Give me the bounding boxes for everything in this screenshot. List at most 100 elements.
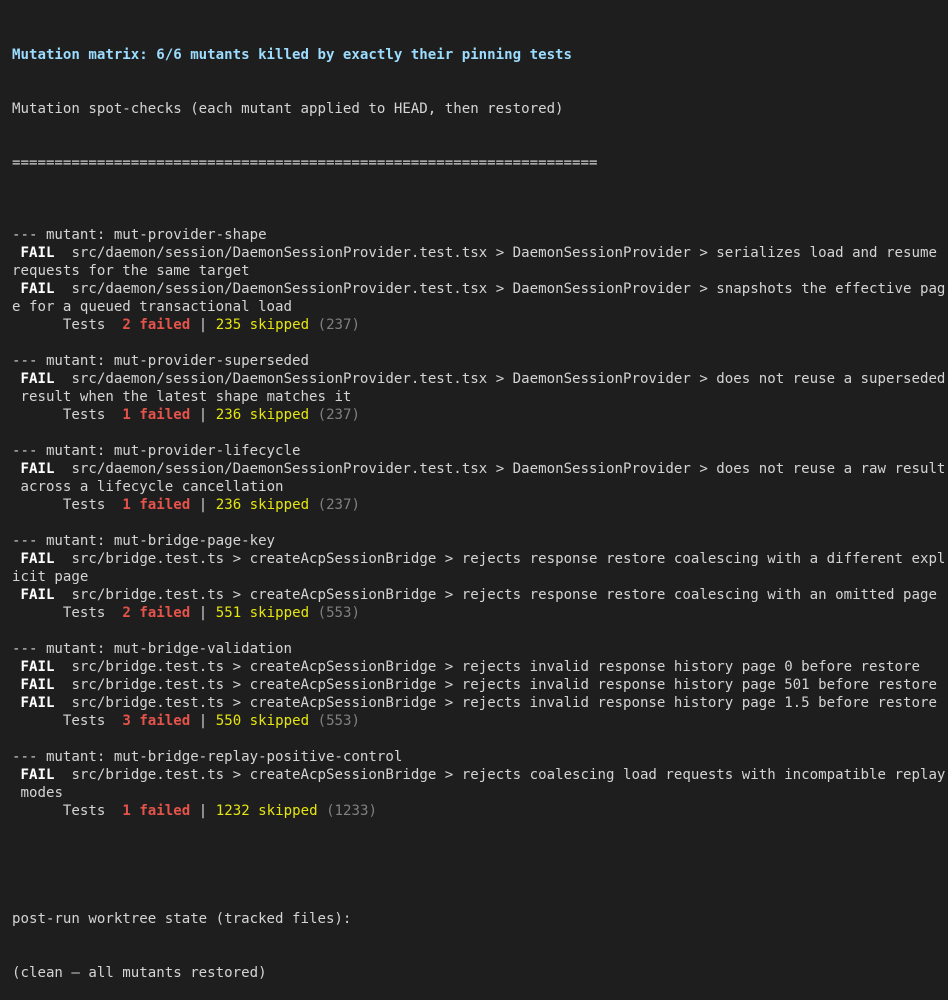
fail-line: FAIL src/bridge.test.ts > createAcpSessi… <box>12 676 938 694</box>
tests-label: Tests <box>62 407 106 423</box>
tests-label: Tests <box>62 713 106 729</box>
total-count: (553) <box>317 605 361 621</box>
fail-line: FAIL src/daemon/session/DaemonSessionPro… <box>12 244 938 262</box>
mutant-block: --- mutant: mut-provider-superseded FAIL… <box>12 334 946 424</box>
fail-line: FAIL src/bridge.test.ts > createAcpSessi… <box>12 586 938 604</box>
fail-test-path: src/daemon/session/DaemonSessionProvider… <box>71 281 946 297</box>
tests-summary: Tests 3 failed | 550 skipped (553) <box>12 712 938 730</box>
mutant-header: --- mutant: mut-provider-shape <box>12 227 267 243</box>
mutant-block: --- mutant: mut-provider-lifecycle FAIL … <box>12 424 946 514</box>
summary-separator: | <box>198 605 208 621</box>
fail-test-path: requests for the same target <box>12 263 250 279</box>
tests-label: Tests <box>62 317 106 333</box>
summary-separator: | <box>198 407 208 423</box>
fail-test-path: src/bridge.test.ts > createAcpSessionBri… <box>71 677 937 693</box>
fail-test-path: src/daemon/session/DaemonSessionProvider… <box>71 371 946 387</box>
mutant-header: --- mutant: mut-provider-lifecycle <box>12 443 301 459</box>
subtitle: Mutation spot-checks (each mutant applie… <box>12 101 564 117</box>
fail-test-path: across a lifecycle cancellation <box>20 479 284 495</box>
fail-test-path: src/bridge.test.ts > createAcpSessionBri… <box>71 695 937 711</box>
fail-line: FAIL src/daemon/session/DaemonSessionPro… <box>12 460 946 478</box>
tests-summary: Tests 1 failed | 236 skipped (237) <box>12 406 938 424</box>
total-count: (237) <box>317 317 361 333</box>
failed-count: 1 failed <box>122 407 191 423</box>
failed-count: 1 failed <box>122 497 191 513</box>
fail-badge: FAIL <box>20 551 55 567</box>
skipped-count: 550 skipped <box>215 713 310 729</box>
fail-test-path: result when the latest shape matches it <box>20 389 352 405</box>
tests-label: Tests <box>62 605 106 621</box>
fail-line: modes <box>12 784 938 802</box>
summary-separator: | <box>198 497 208 513</box>
mutant-header: --- mutant: mut-bridge-page-key <box>12 533 276 549</box>
fail-test-path: src/daemon/session/DaemonSessionProvider… <box>71 245 937 261</box>
summary-separator: | <box>198 713 208 729</box>
fail-line: FAIL src/daemon/session/DaemonSessionPro… <box>12 370 946 388</box>
mutant-block: --- mutant: mut-bridge-validation FAIL s… <box>12 622 938 730</box>
mutant-block: --- mutant: mut-provider-shape FAIL src/… <box>12 208 946 334</box>
fail-line: requests for the same target <box>12 262 938 280</box>
mutant-header: --- mutant: mut-bridge-replay-positive-c… <box>12 749 403 765</box>
failed-count: 3 failed <box>122 713 191 729</box>
skipped-count: 551 skipped <box>215 605 310 621</box>
summary-separator: | <box>198 803 208 819</box>
fail-line: FAIL src/daemon/session/DaemonSessionPro… <box>12 280 946 298</box>
failed-count: 2 failed <box>122 605 191 621</box>
mutant-header: --- mutant: mut-bridge-validation <box>12 641 293 657</box>
fail-badge: FAIL <box>20 281 55 297</box>
mutant-list: --- mutant: mut-provider-shape FAIL src/… <box>12 208 946 820</box>
failed-count: 1 failed <box>122 803 191 819</box>
total-count: (237) <box>317 407 361 423</box>
footer-state-label: post-run worktree state (tracked files): <box>12 911 352 927</box>
footer-state-value: (clean — all mutants restored) <box>12 965 267 981</box>
summary-separator: | <box>198 317 208 333</box>
tests-label: Tests <box>62 803 106 819</box>
fail-test-path: src/bridge.test.ts > createAcpSessionBri… <box>71 767 946 783</box>
fail-test-path: src/bridge.test.ts > createAcpSessionBri… <box>71 587 937 603</box>
skipped-count: 235 skipped <box>215 317 310 333</box>
skipped-count: 1232 skipped <box>215 803 318 819</box>
tests-summary: Tests 2 failed | 551 skipped (553) <box>12 604 938 622</box>
fail-badge: FAIL <box>20 767 55 783</box>
failed-count: 2 failed <box>122 317 191 333</box>
total-count: (1233) <box>326 803 377 819</box>
fail-badge: FAIL <box>20 371 55 387</box>
fail-line: FAIL src/bridge.test.ts > createAcpSessi… <box>12 550 946 568</box>
fail-badge: FAIL <box>20 245 55 261</box>
mutant-header: --- mutant: mut-provider-superseded <box>12 353 309 369</box>
fail-badge: FAIL <box>20 461 55 477</box>
fail-line: result when the latest shape matches it <box>12 388 938 406</box>
terminal-output: Mutation matrix: 6/6 mutants killed by e… <box>12 10 946 1000</box>
skipped-count: 236 skipped <box>215 407 310 423</box>
fail-line: icit page <box>12 568 938 586</box>
total-count: (237) <box>317 497 361 513</box>
fail-line: across a lifecycle cancellation <box>12 478 938 496</box>
fail-badge: FAIL <box>20 659 55 675</box>
fail-test-path: icit page <box>12 569 89 585</box>
tests-summary: Tests 1 failed | 236 skipped (237) <box>12 496 938 514</box>
fail-test-path: src/bridge.test.ts > createAcpSessionBri… <box>71 659 920 675</box>
tests-label: Tests <box>62 497 106 513</box>
fail-line: e for a queued transactional load <box>12 298 938 316</box>
skipped-count: 236 skipped <box>215 497 310 513</box>
fail-badge: FAIL <box>20 695 55 711</box>
fail-line: FAIL src/bridge.test.ts > createAcpSessi… <box>12 658 938 676</box>
mutant-block: --- mutant: mut-bridge-page-key FAIL src… <box>12 514 946 622</box>
tests-summary: Tests 2 failed | 235 skipped (237) <box>12 316 938 334</box>
total-count: (553) <box>317 713 361 729</box>
divider-rule: ========================================… <box>12 155 598 171</box>
fail-badge: FAIL <box>20 587 55 603</box>
fail-badge: FAIL <box>20 677 55 693</box>
fail-line: FAIL src/bridge.test.ts > createAcpSessi… <box>12 694 938 712</box>
tests-summary: Tests 1 failed | 1232 skipped (1233) <box>12 802 938 820</box>
fail-test-path: src/bridge.test.ts > createAcpSessionBri… <box>71 551 946 567</box>
fail-test-path: src/daemon/session/DaemonSessionProvider… <box>71 461 946 477</box>
fail-test-path: modes <box>20 785 63 801</box>
